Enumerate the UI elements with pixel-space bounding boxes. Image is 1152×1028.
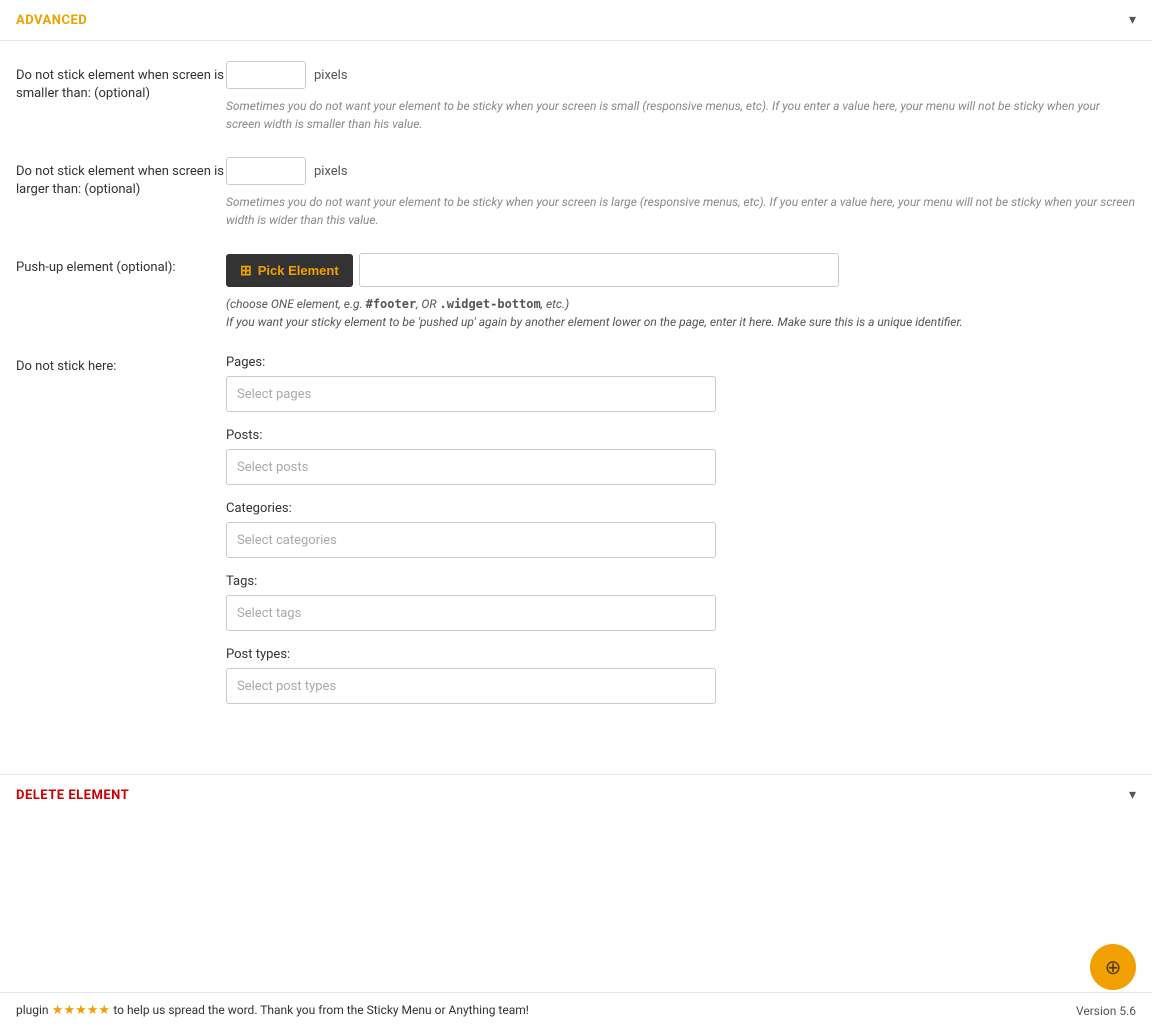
- chevron-down-icon[interactable]: ▾: [1129, 12, 1136, 28]
- post-types-label: Post types:: [226, 647, 1136, 662]
- pages-select[interactable]: Select pages: [226, 376, 716, 412]
- post-types-placeholder: Select post types: [237, 679, 336, 694]
- max-screen-input[interactable]: [226, 157, 306, 185]
- plugin-info: plugin ★★★★★ to help us spread the word.…: [16, 1003, 529, 1018]
- pages-placeholder: Select pages: [237, 387, 311, 402]
- help-button[interactable]: ⊕: [1090, 944, 1136, 990]
- star-rating: ★★★★★: [52, 1003, 110, 1018]
- min-screen-input[interactable]: [226, 61, 306, 89]
- max-screen-row: Do not stick element when screen is larg…: [16, 157, 1136, 229]
- min-screen-unit: pixels: [314, 68, 348, 83]
- push-hint-2: If you want your sticky element to be 'p…: [226, 313, 1136, 331]
- tags-field-group: Tags: Select tags: [226, 574, 1136, 631]
- min-screen-row: Do not stick element when screen is smal…: [16, 61, 1136, 133]
- push-up-label: Push-up element (optional):: [16, 253, 226, 277]
- max-screen-controls: pixels Sometimes you do not want your el…: [226, 157, 1136, 229]
- min-screen-input-row: pixels: [226, 61, 1136, 89]
- advanced-title: ADVANCED: [16, 13, 87, 28]
- delete-chevron-icon[interactable]: ▾: [1129, 787, 1136, 803]
- posts-field-group: Posts: Select posts: [226, 428, 1136, 485]
- min-screen-help: Sometimes you do not want your element t…: [226, 97, 1136, 133]
- posts-label: Posts:: [226, 428, 1136, 443]
- hint-footer: #footer: [366, 297, 417, 311]
- do-not-stick-row: Do not stick here: Pages: Select pages P…: [16, 355, 1136, 720]
- help-spread-text: to help us spread the word. Thank you fr…: [113, 1003, 529, 1017]
- posts-select[interactable]: Select posts: [226, 449, 716, 485]
- pick-element-button[interactable]: ⊞ Pick Element: [226, 254, 353, 287]
- tags-select[interactable]: Select tags: [226, 595, 716, 631]
- push-up-input[interactable]: [359, 253, 839, 287]
- version-text: Version 5.6: [1076, 1004, 1136, 1018]
- max-screen-help: Sometimes you do not want your element t…: [226, 193, 1136, 229]
- plugin-text: plugin: [16, 1003, 49, 1017]
- hint-widget-bottom: .widget-bottom: [440, 297, 541, 311]
- tags-placeholder: Select tags: [237, 606, 301, 621]
- post-types-select[interactable]: Select post types: [226, 668, 716, 704]
- max-screen-input-row: pixels: [226, 157, 1136, 185]
- push-input-row: ⊞ Pick Element: [226, 253, 1136, 287]
- pages-label: Pages:: [226, 355, 1136, 370]
- push-up-row: Push-up element (optional): ⊞ Pick Eleme…: [16, 253, 1136, 331]
- min-screen-label: Do not stick element when screen is smal…: [16, 61, 226, 103]
- min-screen-controls: pixels Sometimes you do not want your el…: [226, 61, 1136, 133]
- delete-element-button[interactable]: DELETE ELEMENT: [16, 788, 129, 803]
- bottom-bar: plugin ★★★★★ to help us spread the word.…: [0, 992, 1152, 1028]
- categories-placeholder: Select categories: [237, 533, 337, 548]
- advanced-header: ADVANCED ▾: [0, 0, 1152, 41]
- post-types-field-group: Post types: Select post types: [226, 647, 1136, 704]
- do-not-stick-label: Do not stick here:: [16, 355, 226, 374]
- help-circle-icon: ⊕: [1105, 955, 1122, 980]
- delete-footer: DELETE ELEMENT ▾: [0, 774, 1152, 815]
- categories-field-group: Categories: Select categories: [226, 501, 1136, 558]
- tags-label: Tags:: [226, 574, 1136, 589]
- max-screen-label: Do not stick element when screen is larg…: [16, 157, 226, 199]
- pages-field-group: Pages: Select pages: [226, 355, 1136, 412]
- push-hint-1: (choose ONE element, e.g. #footer, OR .w…: [226, 295, 1136, 313]
- max-screen-unit: pixels: [314, 164, 348, 179]
- categories-select[interactable]: Select categories: [226, 522, 716, 558]
- content-area: Do not stick element when screen is smal…: [0, 41, 1152, 764]
- pick-element-icon: ⊞: [240, 262, 252, 279]
- do-not-stick-controls: Pages: Select pages Posts: Select posts …: [226, 355, 1136, 720]
- page-wrapper: ADVANCED ▾ Do not stick element when scr…: [0, 0, 1152, 1028]
- push-up-controls: ⊞ Pick Element (choose ONE element, e.g.…: [226, 253, 1136, 331]
- pick-element-label: Pick Element: [258, 263, 339, 278]
- posts-placeholder: Select posts: [237, 460, 308, 475]
- categories-label: Categories:: [226, 501, 1136, 516]
